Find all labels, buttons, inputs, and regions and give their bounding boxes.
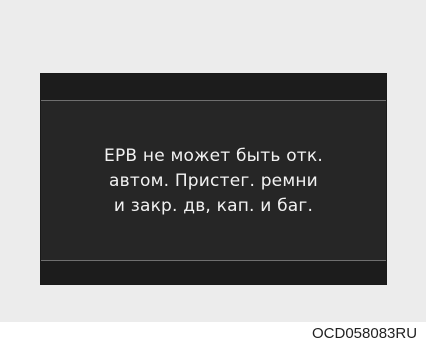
message-line-1: EPB не может быть отк. xyxy=(104,146,323,166)
display-top-bar xyxy=(41,74,386,101)
message-line-2: автом. Пристег. ремни xyxy=(109,171,318,191)
display-bottom-bar xyxy=(41,260,386,284)
message-line-3: и закр. дв, кап. и баг. xyxy=(113,196,314,216)
warning-message: EPB не может быть отк. автом. Пристег. р… xyxy=(41,101,386,262)
cluster-display: EPB не может быть отк. автом. Пристег. р… xyxy=(40,73,387,285)
image-code-label: OCD058083RU xyxy=(312,325,418,342)
